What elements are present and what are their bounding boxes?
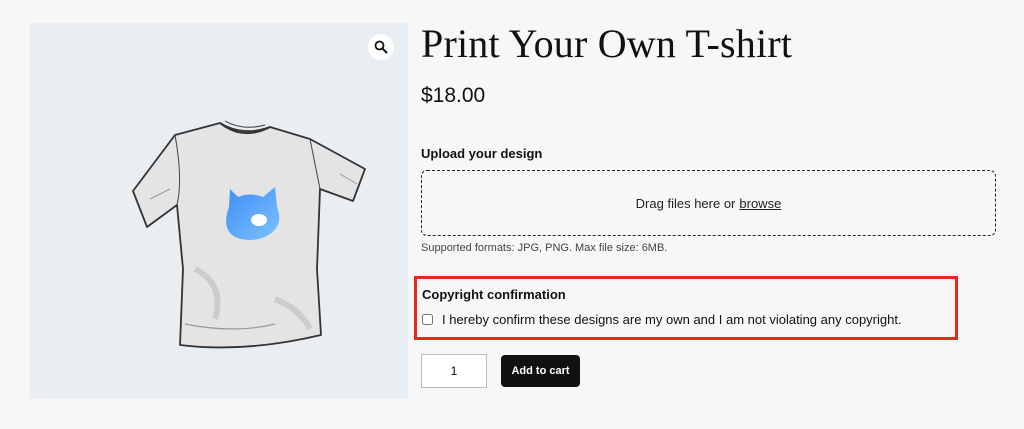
- zoom-button[interactable]: [368, 34, 394, 60]
- dropzone-text: Drag files here or: [635, 195, 736, 211]
- copyright-confirmation-box: Copyright confirmation I hereby confirm …: [414, 276, 958, 340]
- add-to-cart-button[interactable]: Add to cart: [501, 355, 580, 387]
- copyright-title: Copyright confirmation: [422, 287, 566, 302]
- product-title: Print Your Own T-shirt: [421, 21, 793, 66]
- cat-logo-icon: [226, 187, 280, 240]
- upload-label: Upload your design: [421, 146, 543, 161]
- product-gallery: [30, 23, 408, 399]
- upload-hint: Supported formats: JPG, PNG. Max file si…: [421, 242, 668, 254]
- quantity-input[interactable]: [421, 354, 487, 388]
- magnifier-icon: [374, 40, 388, 54]
- copyright-checkbox[interactable]: [422, 314, 433, 325]
- product-image: [132, 120, 366, 349]
- copyright-checkbox-label: I hereby confirm these designs are my ow…: [442, 312, 902, 327]
- browse-link[interactable]: browse: [739, 196, 781, 211]
- product-price: $18.00: [421, 84, 486, 107]
- copyright-checkbox-row[interactable]: I hereby confirm these designs are my ow…: [422, 312, 902, 327]
- file-dropzone[interactable]: Drag files here or browse: [421, 170, 996, 236]
